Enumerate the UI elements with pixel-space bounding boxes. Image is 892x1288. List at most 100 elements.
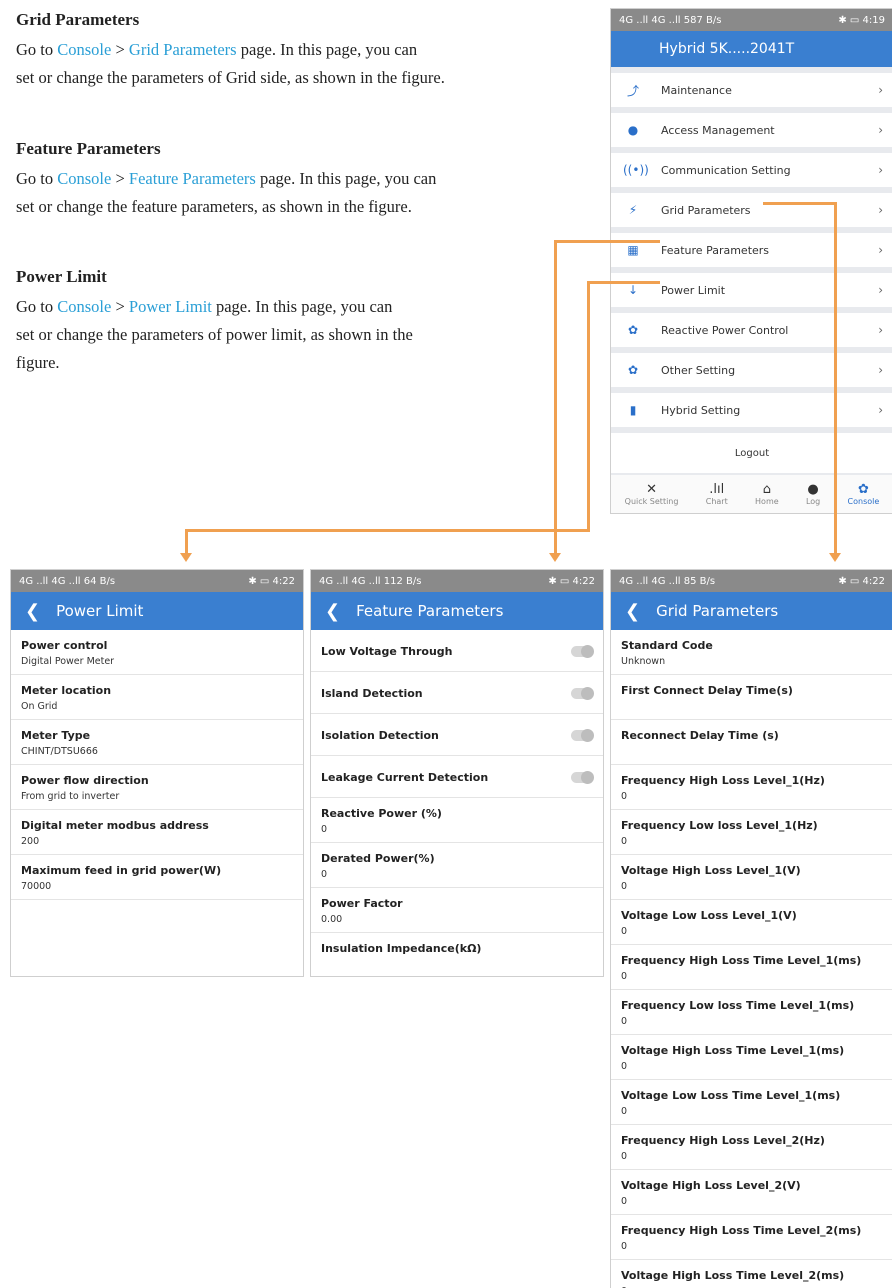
setting-title: Voltage High Loss Time Level_2(ms) — [621, 1269, 845, 1282]
setting-row[interactable]: Insulation Impedance(kΩ) — [311, 933, 603, 976]
setting-row[interactable]: Voltage Low Loss Level_1(V) 0 — [611, 900, 892, 945]
setting-row[interactable]: Frequency Low loss Time Level_1(ms) 0 — [611, 990, 892, 1035]
logout-button[interactable]: Logout — [611, 433, 892, 473]
setting-row[interactable]: Frequency High Loss Level_2(Hz) 0 — [611, 1125, 892, 1170]
app-bar: ❮ Power Limit — [11, 592, 303, 630]
setting-value: 0 — [321, 869, 328, 880]
setting-value: 0 — [621, 881, 628, 892]
setting-row[interactable]: Voltage High Loss Level_2(V) 0 — [611, 1170, 892, 1215]
setting-row[interactable]: Voltage High Loss Time Level_2(ms)0 — [611, 1260, 892, 1288]
setting-row[interactable]: Power flow direction From grid to inverte… — [11, 765, 303, 810]
setting-title: Meter Type — [21, 729, 91, 742]
setting-title: First Connect Delay Time(s) — [621, 684, 793, 697]
setting-row[interactable]: Frequency Low loss Level_1(Hz) 0 — [611, 810, 892, 855]
status-bar: 4G ..ll 4G ..ll 112 B/s ✱ ▭ 4:22 — [311, 570, 603, 592]
device-title: Hybrid 5K.....2041T — [659, 41, 795, 57]
menu-item-label: Access Management — [661, 123, 775, 137]
setting-row[interactable]: Digital meter modbus address 200 — [11, 810, 303, 855]
tab-quick-setting[interactable]: ✕ Quick Setting — [625, 482, 679, 506]
toggle-switch[interactable] — [571, 687, 594, 700]
setting-row[interactable]: Frequency High Loss Time Level_1(ms) 0 — [611, 945, 892, 990]
setting-title: Power Factor — [321, 897, 403, 910]
setting-row[interactable]: Frequency High Loss Level_1(Hz) 0 — [611, 765, 892, 810]
chart-icon: .lıl — [709, 482, 725, 497]
toggle-switch[interactable] — [571, 729, 594, 742]
console-link[interactable]: Console — [57, 169, 111, 188]
menu-item-communication-setting[interactable]: ((•)) Communication Setting › — [611, 153, 892, 193]
tab-console[interactable]: ✿ Console — [848, 482, 880, 506]
console-link[interactable]: Console — [57, 297, 111, 316]
console-link[interactable]: Console — [57, 40, 111, 59]
console-header: Hybrid 5K.....2041T — [611, 31, 892, 67]
power-connector-v2 — [185, 529, 188, 554]
menu-item-power-limit[interactable]: ↓ Power Limit › — [611, 273, 892, 313]
tab-label: Home — [755, 497, 779, 506]
power-limit-link[interactable]: Power Limit — [129, 297, 212, 316]
setting-title: Standard Code — [621, 639, 713, 652]
screen-title: Power Limit — [56, 602, 144, 620]
menu-item-grid-parameters[interactable]: ⚡ Grid Parameters › — [611, 193, 892, 233]
back-icon[interactable]: ❮ — [25, 601, 40, 622]
toggle-label: Leakage Current Detection — [321, 771, 489, 784]
toggle-row[interactable]: Isolation Detection — [311, 714, 603, 756]
feature-parameters-screenshot: 4G ..ll 4G ..ll 112 B/s ✱ ▭ 4:22 ❮ Feature… — [310, 569, 604, 977]
toggle-row[interactable]: Leakage Current Detection — [311, 756, 603, 798]
setting-title: Voltage High Loss Level_1(V) — [621, 864, 801, 877]
menu-item-access-management[interactable]: ● Access Management › — [611, 113, 892, 153]
toggle-row[interactable]: Low Voltage Through — [311, 630, 603, 672]
menu-item-maintenance[interactable]: ⤴ Maintenance › — [611, 73, 892, 113]
feature-connector-v — [554, 240, 557, 554]
power-connector-h1 — [587, 281, 660, 284]
setting-row[interactable]: First Connect Delay Time(s) — [611, 675, 892, 720]
tab-home[interactable]: ⌂ Home — [755, 482, 779, 506]
feature-parameters-link[interactable]: Feature Parameters — [129, 169, 256, 188]
settings-list: Power control Digital Power Meter Meter lo… — [11, 630, 303, 900]
menu-item-label: Maintenance — [661, 83, 732, 97]
tab-chart[interactable]: .lıl Chart — [706, 482, 728, 506]
setting-row[interactable]: Voltage Low Loss Time Level_1(ms) 0 — [611, 1080, 892, 1125]
toggle-switch[interactable] — [571, 645, 594, 658]
grid-parameters-link[interactable]: Grid Parameters — [129, 40, 237, 59]
setting-row[interactable]: Maximum feed in grid power(W) 70000 — [11, 855, 303, 900]
menu-item-label: Reactive Power Control — [661, 323, 789, 337]
menu-item-label: Power Limit — [661, 283, 726, 297]
tab-label: Console — [847, 497, 880, 506]
setting-row[interactable]: Standard Code Unknown — [611, 630, 892, 675]
menu-item-other-setting[interactable]: ✿ Other Setting › — [611, 353, 892, 393]
power-limit-screenshot: 4G ..ll 4G ..ll 64 B/s ✱ ▭ 4:22 ❮ Power Li… — [10, 569, 304, 977]
back-icon[interactable]: ❮ — [325, 601, 340, 622]
setting-row[interactable]: Frequency High Loss Time Level_2(ms) 0 — [611, 1215, 892, 1260]
power-limit-section: Power Limit Go to Console > Power Limit … — [16, 267, 576, 377]
setting-row[interactable]: Power control Digital Power Meter — [11, 630, 303, 675]
back-icon[interactable]: ❮ — [625, 601, 640, 622]
setting-row[interactable]: Reconnect Delay Time (s) — [611, 720, 892, 765]
console-screenshot: 4G ..ll 4G ..ll 587 B/s ✱ ▭ 4:19 Hybrid 5… — [610, 8, 892, 514]
setting-row[interactable]: Voltage High Loss Time Level_1(ms) 0 — [611, 1035, 892, 1080]
section-heading: Grid Parameters — [16, 10, 140, 29]
setting-row[interactable]: Meter Type CHINT/DTSU666 — [11, 720, 303, 765]
setting-row[interactable]: Power Factor 0.00 — [311, 888, 603, 933]
chevron-right-icon: › — [878, 243, 883, 257]
chevron-right-icon: › — [878, 363, 883, 377]
toggle-switch[interactable] — [571, 771, 594, 784]
setting-row[interactable]: Meter location On Grid — [11, 675, 303, 720]
menu-icon: ▦ — [627, 243, 639, 257]
toggle-row[interactable]: Island Detection — [311, 672, 603, 714]
toggle-label: Low Voltage Through — [321, 645, 453, 658]
menu-item-hybrid-setting[interactable]: ▮ Hybrid Setting › — [611, 393, 892, 433]
menu-item-reactive-power-control[interactable]: ✿ Reactive Power Control › — [611, 313, 892, 353]
chevron-right-icon: › — [878, 163, 883, 177]
feature-connector-h — [554, 240, 660, 243]
setting-value: 200 — [21, 836, 40, 847]
menu-icon: ✿ — [627, 363, 639, 377]
setting-row[interactable]: Reactive Power (%) 0 — [311, 798, 603, 843]
grid-parameters-section: Grid Parameters Go to Console > Grid Par… — [16, 10, 596, 92]
console-icon: ✿ — [857, 482, 869, 497]
setting-title: Meter location — [21, 684, 112, 697]
setting-row[interactable]: Voltage High Loss Level_1(V) 0 — [611, 855, 892, 900]
tab-log[interactable]: ● Log — [806, 482, 820, 506]
screen-title: Grid Parameters — [656, 602, 779, 620]
menu-item-feature-parameters[interactable]: ▦ Feature Parameters › — [611, 233, 892, 273]
setting-row[interactable]: Derated Power(%) 0 — [311, 843, 603, 888]
settings-list: Standard Code Unknown First Connect Delay … — [611, 630, 892, 1288]
